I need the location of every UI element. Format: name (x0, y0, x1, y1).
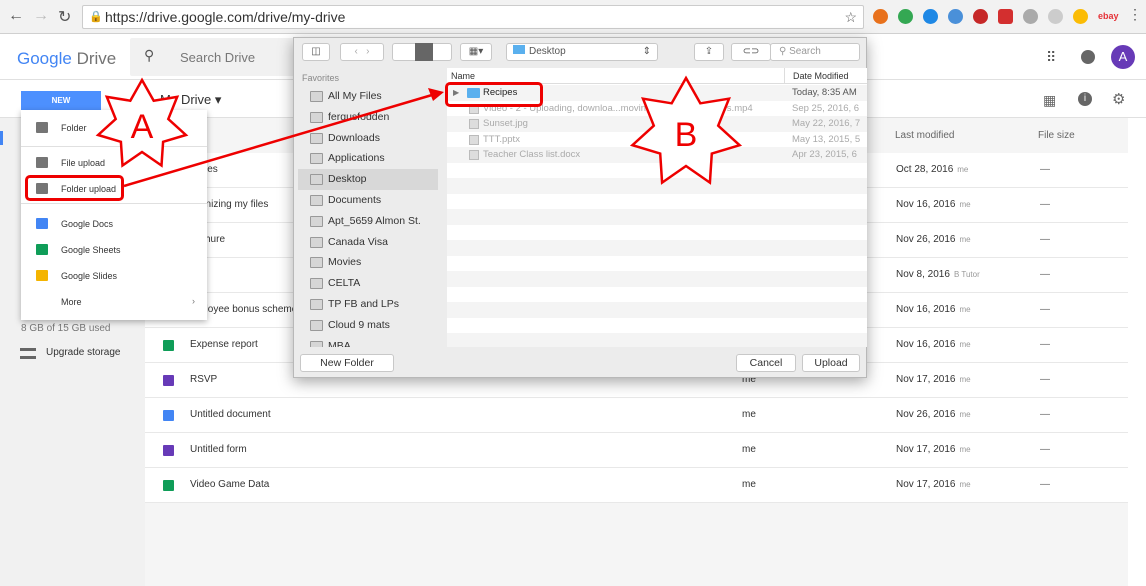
label-a: A (131, 108, 154, 146)
annotation-layer: A B (95, 75, 743, 188)
label-b: B (675, 116, 698, 154)
